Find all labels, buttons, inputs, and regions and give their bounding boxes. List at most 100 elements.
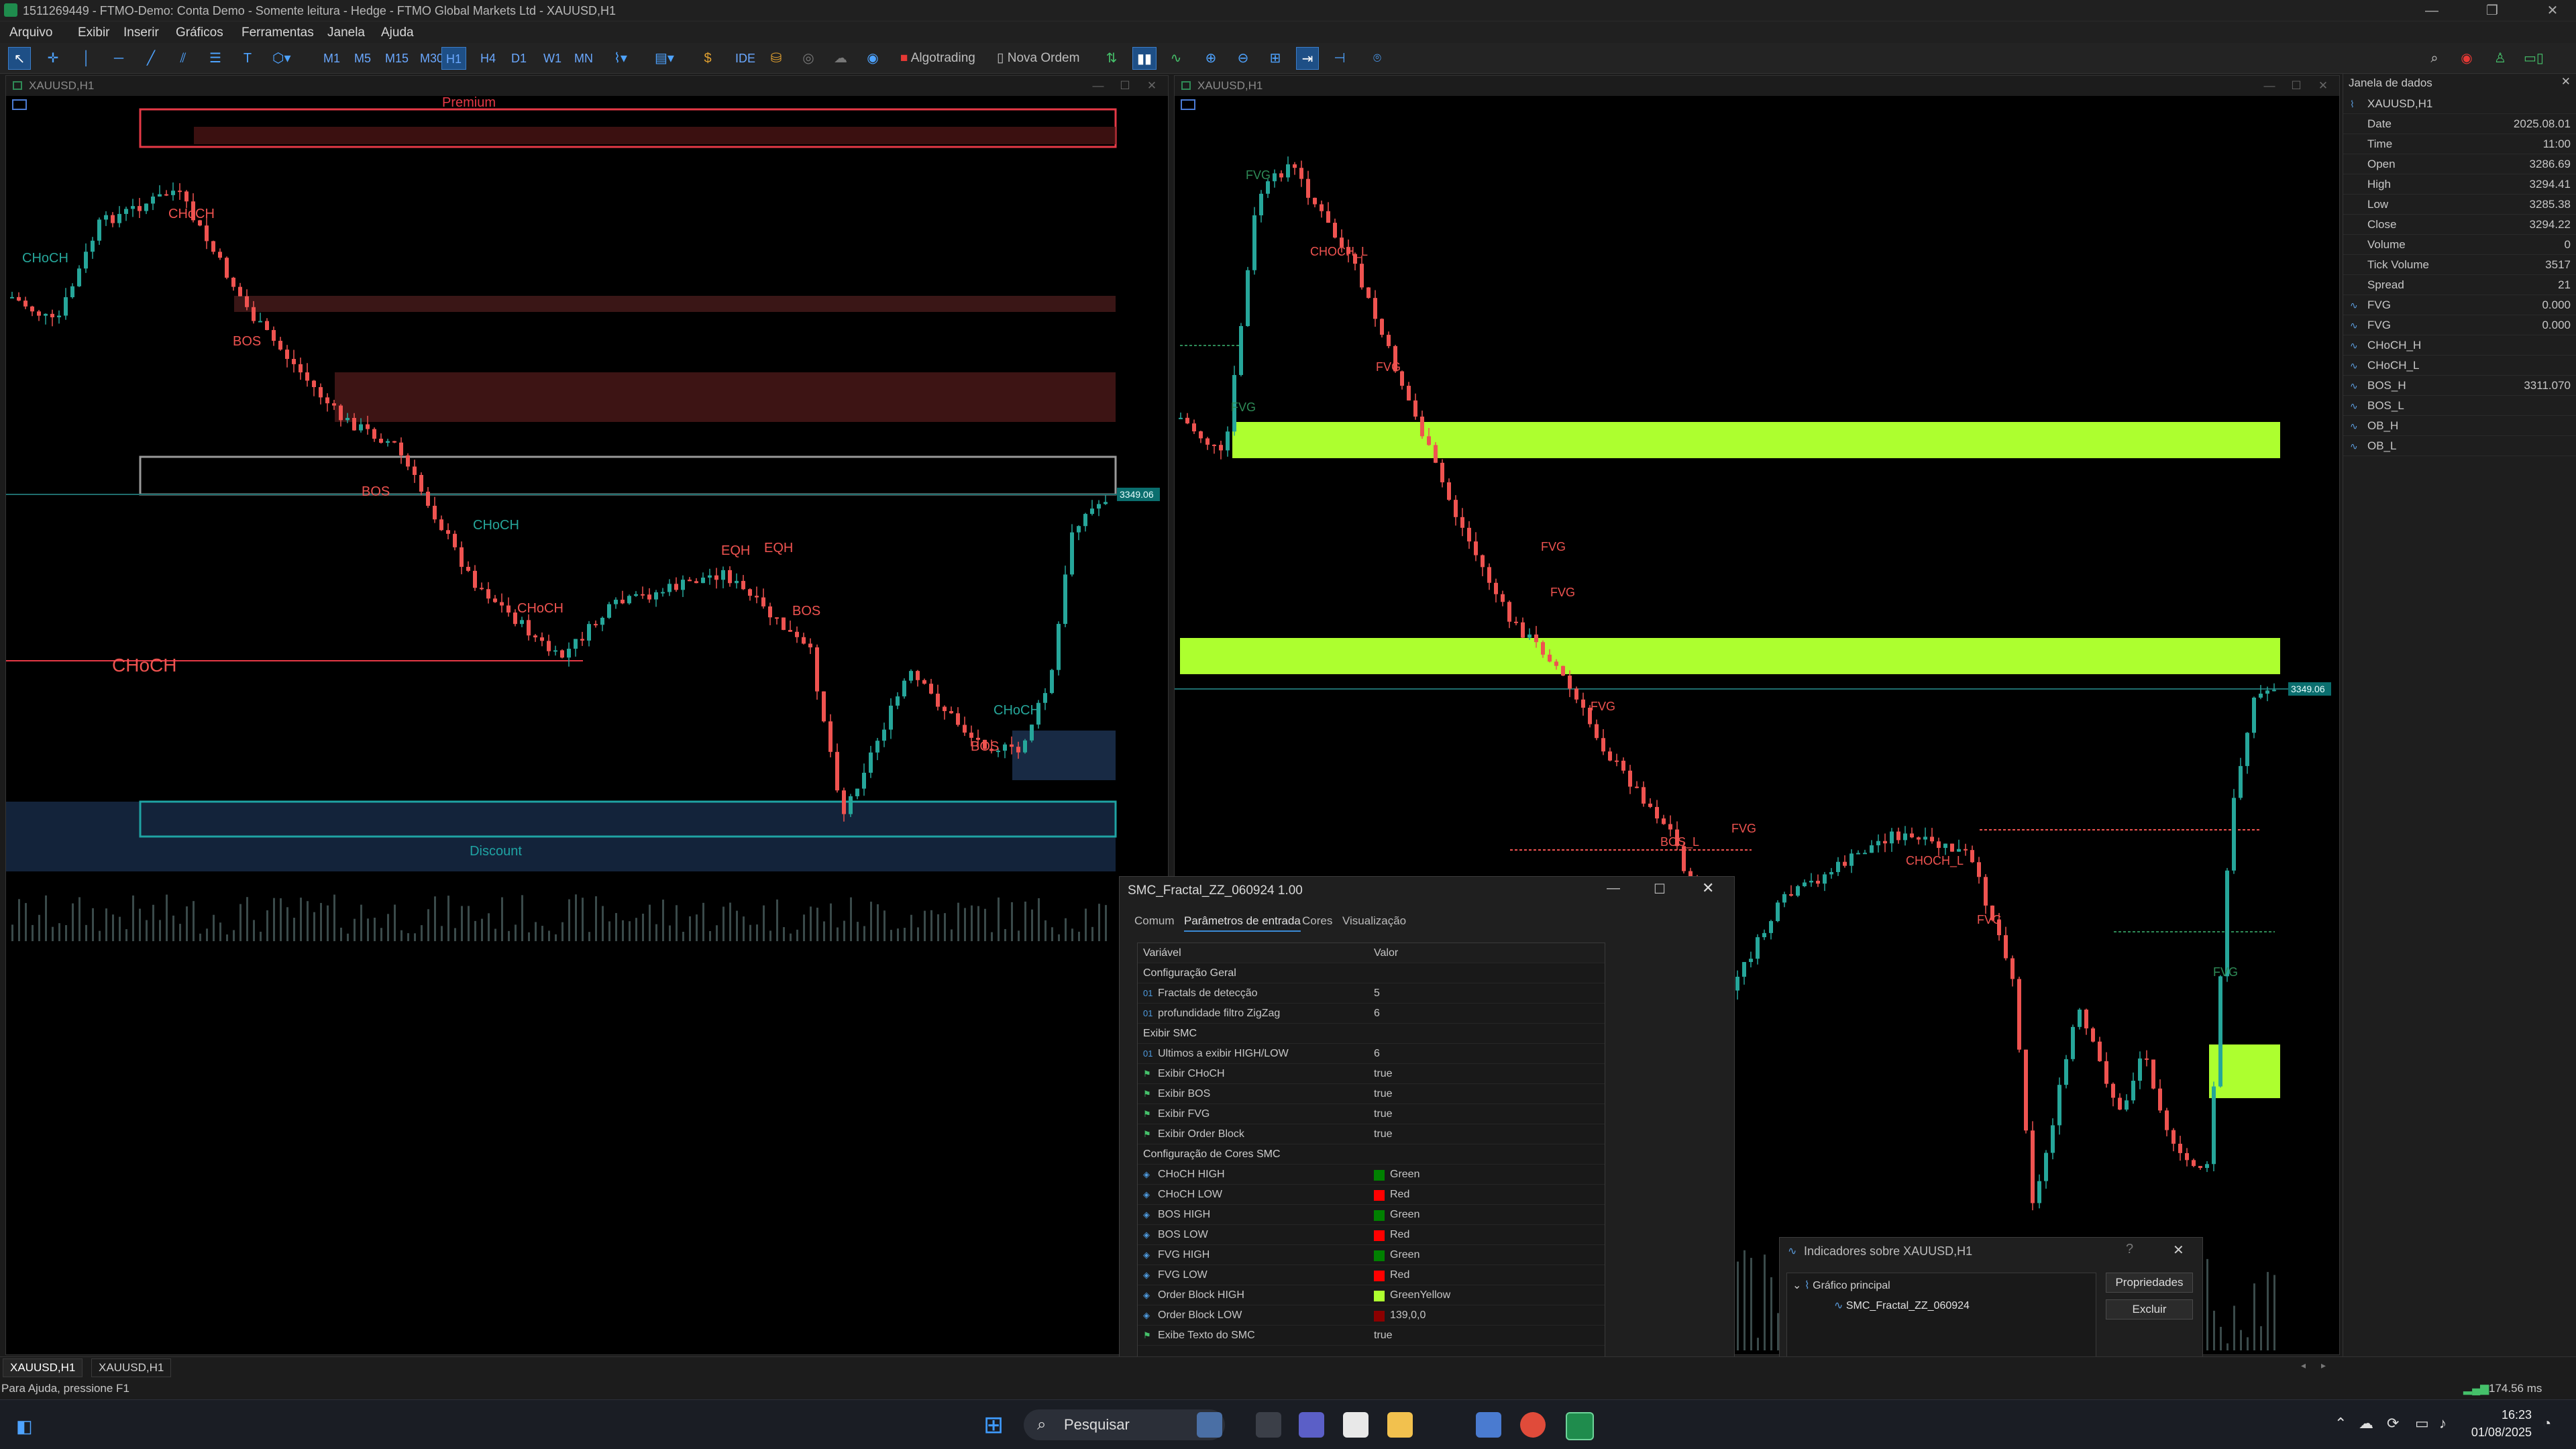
parameter-row[interactable]: ◈ FVG HIGH Green bbox=[1138, 1245, 1605, 1265]
parameter-value[interactable]: 139,0,0 bbox=[1390, 1305, 1426, 1326]
line-chart-icon[interactable]: ∿ bbox=[1165, 47, 1187, 70]
windows-start-icon[interactable]: ⊞ bbox=[983, 1412, 1009, 1438]
chevron-up-icon[interactable]: ⌃ bbox=[2334, 1415, 2347, 1432]
color-swatch[interactable] bbox=[1374, 1271, 1385, 1281]
chrome-icon[interactable] bbox=[1520, 1412, 1546, 1438]
ide-button[interactable]: IDE bbox=[731, 47, 759, 70]
chart-shift-icon[interactable]: ⊣ bbox=[1328, 47, 1351, 70]
color-swatch[interactable] bbox=[1374, 1210, 1385, 1221]
parameter-row[interactable]: ⚑ Exibe Texto do SMC true bbox=[1138, 1326, 1605, 1346]
menu-arquivo[interactable]: Arquivo bbox=[9, 25, 52, 40]
color-swatch[interactable] bbox=[1374, 1170, 1385, 1181]
tf-mn[interactable]: MN bbox=[570, 47, 597, 70]
battery-icon[interactable]: ▭▯ bbox=[2520, 47, 2548, 70]
parameter-value[interactable]: Red bbox=[1390, 1185, 1409, 1205]
chart-window-left[interactable]: XAUUSD,H1 — ☐ ✕ Premium Discount CHoCH C… bbox=[5, 75, 1169, 1355]
delete-button[interactable]: Excluir bbox=[2106, 1299, 2193, 1320]
properties-button[interactable]: Propriedades bbox=[2106, 1273, 2193, 1293]
maximize-icon[interactable]: ☐ bbox=[1654, 881, 1666, 898]
shapes-icon[interactable]: ⬡▾ bbox=[268, 47, 295, 70]
zoom-out-icon[interactable]: ⊖ bbox=[1232, 47, 1254, 70]
parameter-value[interactable]: Green bbox=[1390, 1205, 1419, 1225]
parameter-row[interactable]: 01 Ultimos a exibir HIGH/LOW 6 bbox=[1138, 1044, 1605, 1064]
parameter-row[interactable]: ⚑ Exibir CHoCH true bbox=[1138, 1064, 1605, 1084]
parameter-value[interactable]: true bbox=[1374, 1084, 1393, 1104]
widgets-icon[interactable]: ◧ bbox=[16, 1416, 36, 1436]
parameter-value[interactable]: Red bbox=[1390, 1225, 1409, 1245]
color-swatch[interactable] bbox=[1374, 1291, 1385, 1301]
parameter-value[interactable]: GreenYellow bbox=[1390, 1285, 1450, 1305]
menu-ajuda[interactable]: Ajuda bbox=[381, 25, 414, 40]
maximize-icon[interactable]: ☐ bbox=[2283, 76, 2310, 96]
cursor-tool-icon[interactable]: ↖ bbox=[8, 47, 31, 70]
trendline-icon[interactable]: ╱ bbox=[140, 47, 162, 70]
parameter-value[interactable]: true bbox=[1374, 1064, 1393, 1084]
parameter-row[interactable]: ◈ BOS LOW Red bbox=[1138, 1225, 1605, 1245]
parameter-value[interactable]: Red bbox=[1390, 1265, 1409, 1285]
autoscroll-icon[interactable]: ⇥ bbox=[1296, 47, 1319, 70]
screenshot-icon[interactable]: ⌾ bbox=[1366, 47, 1389, 70]
menu-janela[interactable]: Janela bbox=[327, 25, 365, 40]
tree-item-indicator[interactable]: ∿ SMC_Fractal_ZZ_060924 bbox=[1834, 1299, 1970, 1312]
help-icon[interactable]: ? bbox=[2126, 1242, 2133, 1257]
fibonacci-icon[interactable]: ☰ bbox=[204, 47, 227, 70]
maximize-icon[interactable]: ☐ bbox=[1112, 76, 1138, 96]
clock-date[interactable]: 01/08/2025 bbox=[2465, 1426, 2532, 1440]
close-icon[interactable]: ✕ bbox=[1702, 879, 1714, 897]
tab-parametros[interactable]: Parâmetros de entrada bbox=[1184, 914, 1301, 932]
text-tool-icon[interactable]: T bbox=[236, 47, 259, 70]
account-icon[interactable]: ♙ bbox=[2489, 47, 2512, 70]
parameter-value[interactable]: Green bbox=[1390, 1245, 1419, 1265]
chart-canvas-left[interactable]: Premium Discount CHoCH CHoCH BOS BOS CHo… bbox=[6, 96, 1168, 1354]
sync-icon[interactable]: ⟳ bbox=[2387, 1415, 2399, 1432]
tab-cores[interactable]: Cores bbox=[1302, 914, 1332, 928]
close-icon[interactable]: ✕ bbox=[2173, 1242, 2184, 1258]
parameter-row[interactable]: ◈ Order Block HIGH GreenYellow bbox=[1138, 1285, 1605, 1305]
tf-w1[interactable]: W1 bbox=[539, 47, 566, 70]
vps-icon[interactable]: ◉ bbox=[861, 47, 884, 70]
vertical-line-icon[interactable]: │ bbox=[75, 47, 98, 70]
notification-bell-icon[interactable]: ◔ bbox=[2542, 1415, 2551, 1432]
restore-icon[interactable]: ❐ bbox=[2469, 0, 2516, 21]
channel-icon[interactable]: ⫽ bbox=[172, 47, 195, 70]
tab-comum[interactable]: Comum bbox=[1134, 914, 1175, 928]
menu-graficos[interactable]: Gráficos bbox=[176, 25, 223, 40]
parameter-value[interactable]: 5 bbox=[1374, 983, 1380, 1004]
color-swatch[interactable] bbox=[1374, 1250, 1385, 1261]
color-swatch[interactable] bbox=[1374, 1190, 1385, 1201]
menu-inserir[interactable]: Inserir bbox=[123, 25, 159, 40]
signal-icon[interactable]: ◎ bbox=[797, 47, 820, 70]
column-variable[interactable]: Variável bbox=[1143, 943, 1181, 963]
dollar-icon[interactable]: $ bbox=[696, 47, 719, 70]
parameter-row[interactable]: ⚑ Exibir FVG true bbox=[1138, 1104, 1605, 1124]
parameter-row[interactable]: ⚑ Exibir Order Block true bbox=[1138, 1124, 1605, 1144]
horizontal-line-icon[interactable]: ─ bbox=[107, 47, 130, 70]
display-icon[interactable]: ▭ bbox=[2415, 1415, 2429, 1432]
volume-icon[interactable]: ♪ bbox=[2439, 1415, 2447, 1432]
zoom-in-icon[interactable]: ⊕ bbox=[1199, 47, 1222, 70]
tf-h4[interactable]: H4 bbox=[476, 47, 500, 70]
tf-d1[interactable]: D1 bbox=[507, 47, 531, 70]
tab-scroll-left-icon[interactable]: ◂ bbox=[2301, 1360, 2306, 1371]
onedrive-icon[interactable]: ☁ bbox=[2359, 1415, 2373, 1432]
minimize-icon[interactable]: — bbox=[1607, 881, 1620, 896]
parameter-row[interactable]: ◈ Order Block LOW 139,0,0 bbox=[1138, 1305, 1605, 1326]
minimize-icon[interactable]: — bbox=[1085, 76, 1112, 96]
crosshair-icon[interactable]: ✛ bbox=[42, 47, 64, 70]
templates-icon[interactable]: ▤▾ bbox=[651, 47, 678, 70]
parameter-value[interactable]: 6 bbox=[1374, 1004, 1380, 1024]
menu-exibir[interactable]: Exibir bbox=[78, 25, 110, 40]
parameter-row[interactable]: 01 Fractals de detecção 5 bbox=[1138, 983, 1605, 1004]
minimize-icon[interactable]: — bbox=[2256, 76, 2283, 96]
notifications-icon[interactable]: ◉ bbox=[2455, 47, 2478, 70]
menu-ferramentas[interactable]: Ferramentas bbox=[241, 25, 314, 40]
search-icon[interactable]: ⌕ bbox=[2423, 47, 2446, 70]
parameter-row[interactable]: ⚑ Exibir BOS true bbox=[1138, 1084, 1605, 1104]
chart-type-icon[interactable]: ⌇▾ bbox=[609, 47, 632, 70]
teams-icon[interactable] bbox=[1299, 1412, 1324, 1438]
parameter-row[interactable]: ◈ BOS HIGH Green bbox=[1138, 1205, 1605, 1225]
cloud-icon[interactable]: ☁ bbox=[829, 47, 852, 70]
parameter-value[interactable]: true bbox=[1374, 1326, 1393, 1346]
copilot-icon[interactable] bbox=[1197, 1412, 1222, 1438]
parameter-value[interactable]: 6 bbox=[1374, 1044, 1380, 1064]
